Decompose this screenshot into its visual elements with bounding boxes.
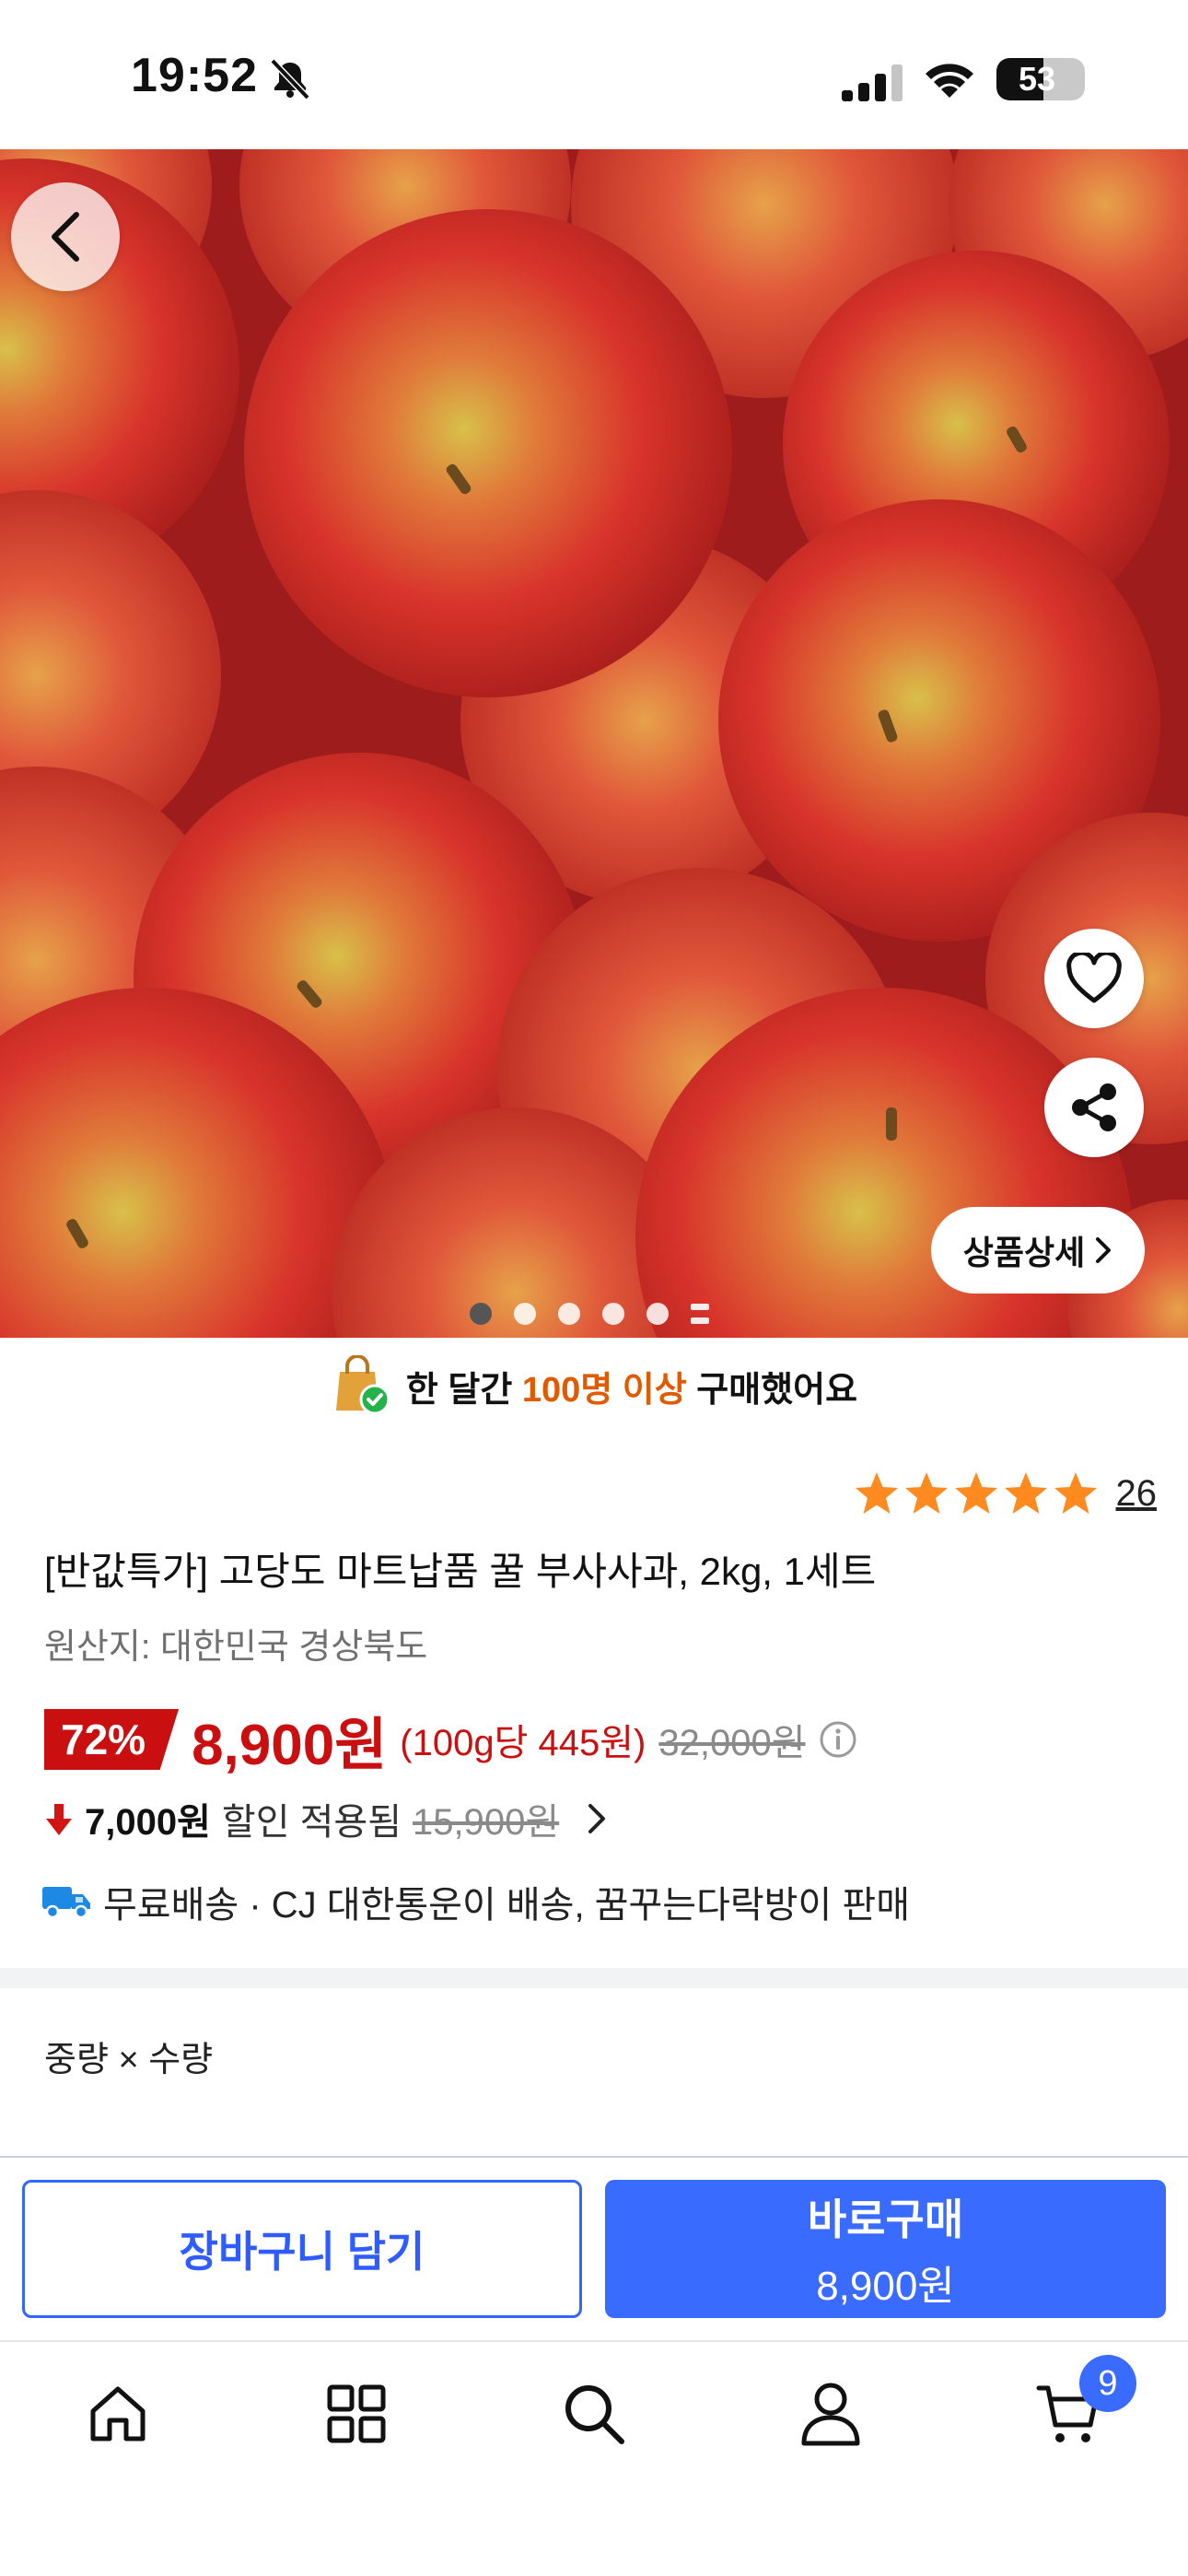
back-button[interactable] xyxy=(11,182,120,291)
bell-muted-icon xyxy=(270,59,310,100)
action-bar-divider xyxy=(0,2156,1188,2158)
option-selector-label[interactable]: 중량 × 수량 xyxy=(44,2031,213,2081)
carousel-indicator xyxy=(470,1303,709,1325)
star-icon xyxy=(954,1472,997,1514)
carousel-dot[interactable] xyxy=(602,1303,624,1325)
info-icon[interactable] xyxy=(819,1720,857,1759)
cart-count-badge: 9 xyxy=(1079,2355,1136,2412)
battery-cap xyxy=(1079,72,1085,87)
star-icon xyxy=(1004,1472,1047,1514)
original-price: 32,000원 xyxy=(658,1723,806,1763)
review-count-link[interactable]: 26 xyxy=(1116,1473,1158,1515)
star-icon xyxy=(855,1472,898,1514)
chevron-right-icon xyxy=(1096,1237,1112,1263)
buy-now-price: 8,900원 xyxy=(816,2264,955,2309)
tab-bar-border xyxy=(0,2340,1188,2342)
coupon-discount-row[interactable]: 7,000원 할인 적용됨 15,900원 xyxy=(44,1791,611,1846)
user-icon xyxy=(801,2383,860,2446)
pre-coupon-price: 15,900원 xyxy=(413,1802,560,1843)
tab-categories[interactable] xyxy=(320,2377,393,2451)
favorite-button[interactable] xyxy=(1044,929,1144,1028)
carousel-dot[interactable] xyxy=(646,1303,669,1325)
product-origin: 원산지: 대한민국 경상북도 xyxy=(44,1628,428,1667)
share-button[interactable] xyxy=(1044,1058,1144,1157)
share-icon xyxy=(1072,1083,1116,1131)
chevron-right-icon xyxy=(588,1804,606,1833)
coupon-discount-amount: 7,000원 xyxy=(85,1802,211,1843)
rating[interactable]: 26 xyxy=(853,1470,1158,1516)
product-title: [반값특가] 고당도 마트납품 꿀 부사사과, 2kg, 1세트 xyxy=(44,1550,877,1593)
battery-indicator: 53 xyxy=(996,58,1085,100)
product-detail-button[interactable]: 상품상세 xyxy=(931,1207,1145,1294)
arrow-down-icon xyxy=(46,1804,72,1835)
discount-rate-badge: 72% xyxy=(44,1709,180,1770)
shopping-bag-check-icon xyxy=(335,1355,390,1415)
buy-now-button[interactable]: 바로구매 8,900원 xyxy=(605,2180,1166,2318)
carousel-dot[interactable] xyxy=(514,1303,536,1325)
product-image-carousel[interactable]: 상품상세 xyxy=(0,149,1188,1338)
delivery-text: 무료배송 · CJ 대한통운이 배송, 꿈꾸는다락방이 판매 xyxy=(103,1885,910,1926)
cellular-signal-icon xyxy=(842,64,903,101)
coupon-discount-text: 할인 적용됨 xyxy=(221,1802,402,1843)
star-icon xyxy=(1054,1472,1097,1514)
grid-icon xyxy=(327,2384,386,2443)
heart-icon xyxy=(1066,953,1122,1003)
carousel-dot[interactable] xyxy=(470,1303,492,1325)
banner-prefix: 한 달간 xyxy=(405,1370,522,1410)
home-icon xyxy=(90,2386,146,2441)
banner-text: 한 달간 100명 이상 구매했어요 xyxy=(406,1361,857,1411)
buy-now-label: 바로구매 xyxy=(807,2195,964,2243)
tab-home[interactable] xyxy=(81,2377,155,2451)
star-icon xyxy=(904,1472,948,1514)
sale-price: 8,900원 xyxy=(192,1714,388,1777)
banner-suffix: 구매했어요 xyxy=(686,1370,858,1410)
add-to-cart-button[interactable]: 장바구니 담기 xyxy=(22,2180,582,2318)
apple-photo xyxy=(0,149,1188,1338)
delivery-info: 무료배송 · CJ 대한통운이 배송, 꿈꾸는다락방이 판매 xyxy=(41,1874,910,1929)
wifi-icon xyxy=(926,64,973,98)
status-bar: 19:52 53 xyxy=(0,0,1188,149)
search-icon xyxy=(565,2385,624,2444)
price-row: 72% 8,900원 (100g당 445원) 32,000원 xyxy=(44,1704,857,1777)
carousel-more-icon xyxy=(691,1304,709,1324)
tab-my-page[interactable] xyxy=(794,2377,868,2451)
carousel-dot[interactable] xyxy=(558,1303,580,1325)
product-detail-label: 상품상세 xyxy=(962,1234,1086,1271)
status-time: 19:52 xyxy=(131,49,258,102)
chevron-left-icon xyxy=(52,212,79,262)
banner-highlight: 100명 이상 xyxy=(521,1370,687,1410)
section-divider xyxy=(0,1968,1188,1988)
tab-search[interactable] xyxy=(557,2377,631,2451)
battery-level-text: 53 xyxy=(1018,60,1056,98)
rating-stars xyxy=(853,1470,1100,1516)
purchase-count-banner: 한 달간 100명 이상 구매했어요 xyxy=(0,1338,1188,1434)
unit-price: (100g당 445원) xyxy=(400,1723,646,1763)
truck-icon xyxy=(42,1887,90,1919)
